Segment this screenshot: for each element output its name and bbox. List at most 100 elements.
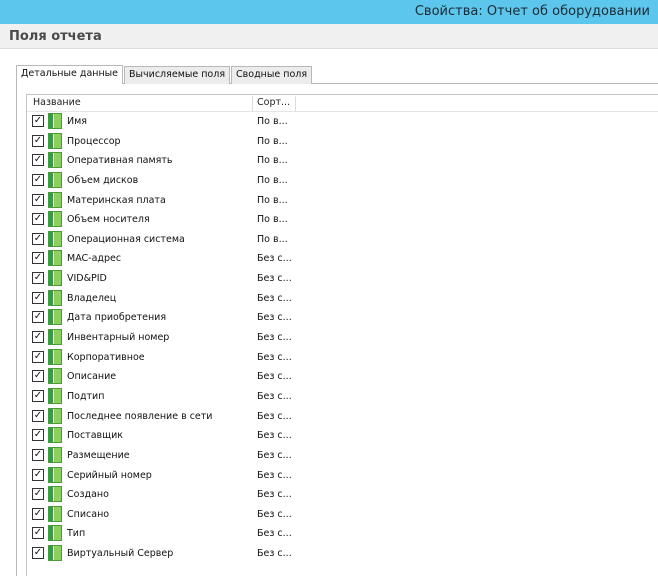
checkbox[interactable]: ✓ [32, 350, 44, 363]
list-item[interactable]: ✓ Имя По в... [27, 112, 658, 132]
checkbox[interactable]: ✓ [32, 173, 44, 186]
list-item[interactable]: ✓ Объем дисков По в... [27, 171, 658, 191]
field-sort[interactable]: Без с... [257, 371, 292, 382]
field-sort[interactable]: Без с... [257, 312, 292, 323]
field-sort[interactable]: Без с... [257, 470, 292, 481]
list-item[interactable]: ✓ Серийный номер Без с... [27, 466, 658, 486]
field-column-icon [48, 407, 62, 424]
field-name: Имя [67, 116, 87, 127]
field-sort[interactable]: По в... [257, 155, 288, 166]
field-sort[interactable]: Без с... [257, 332, 292, 343]
column-divider[interactable] [252, 96, 253, 111]
checkbox[interactable]: ✓ [32, 370, 44, 383]
field-name: Тип [67, 528, 86, 540]
list-item[interactable]: ✓ Тип Без с... [27, 524, 658, 544]
field-name: Описание [67, 371, 117, 383]
field-sort[interactable]: Без с... [257, 391, 292, 402]
field-name: MAC-адрес [67, 253, 122, 265]
list-item[interactable]: ✓ Создано Без с... [27, 485, 658, 505]
checkbox[interactable]: ✓ [32, 547, 44, 560]
field-column-icon [48, 329, 62, 346]
list-item[interactable]: ✓ Материнская плата По в... [27, 191, 658, 211]
field-sort[interactable]: По в... [257, 234, 288, 245]
field-sort[interactable]: Без с... [257, 509, 292, 520]
field-name: Владелец [67, 292, 117, 304]
field-sort[interactable]: Без с... [257, 489, 292, 500]
checkbox[interactable]: ✓ [32, 448, 44, 461]
list-item[interactable]: ✓ Объем носителя По в... [27, 210, 658, 230]
checkbox[interactable]: ✓ [32, 291, 44, 304]
field-column-icon [48, 270, 62, 287]
checkbox[interactable]: ✓ [32, 115, 44, 127]
checkbox[interactable]: ✓ [32, 311, 44, 324]
list-item[interactable]: ✓ Владелец Без с... [27, 289, 658, 309]
checkbox[interactable]: ✓ [32, 468, 44, 481]
field-column-icon [48, 113, 62, 129]
list-item[interactable]: ✓ Поставщик Без с... [27, 426, 658, 446]
tab-summary-fields[interactable]: Сводные поля [231, 66, 313, 84]
field-sort[interactable]: По в... [257, 116, 288, 127]
tab-detail-data[interactable]: Детальные данные [16, 65, 124, 84]
title-bar: Свойства: Отчет об оборудовании [0, 0, 658, 24]
field-sort[interactable]: Без с... [257, 293, 292, 304]
list-item[interactable]: ✓ Виртуальный Сервер Без с... [27, 544, 658, 564]
column-header-sort[interactable]: Сорт... [257, 97, 290, 108]
tab-calculated-fields[interactable]: Вычисляемые поля [124, 66, 231, 84]
checkbox[interactable]: ✓ [32, 409, 44, 422]
column-header-name[interactable]: Название [33, 97, 81, 108]
column-divider[interactable] [295, 96, 296, 111]
list-item[interactable]: ✓ Процессор По в... [27, 132, 658, 152]
checkbox[interactable]: ✓ [32, 252, 44, 265]
list-item[interactable]: ✓ Оперативная память По в... [27, 151, 658, 171]
field-name: Виртуальный Сервер [67, 548, 174, 560]
list-item[interactable]: ✓ Последнее появление в сети Без с... [27, 407, 658, 427]
checkbox[interactable]: ✓ [32, 527, 44, 540]
list-item[interactable]: ✓ Размещение Без с... [27, 446, 658, 466]
list-item[interactable]: ✓ Подтип Без с... [27, 387, 658, 407]
checkbox[interactable]: ✓ [32, 488, 44, 501]
field-sort[interactable]: Без с... [257, 450, 292, 461]
field-name: Дата приобретения [67, 312, 167, 324]
field-name: Объем дисков [67, 174, 139, 186]
field-column-icon [48, 211, 62, 228]
window-title: Свойства: Отчет об оборудовании [414, 4, 650, 19]
field-sort[interactable]: Без с... [257, 411, 292, 422]
checkbox[interactable]: ✓ [32, 389, 44, 402]
checkbox[interactable]: ✓ [32, 213, 44, 226]
field-name: Серийный номер [67, 469, 152, 481]
checkbox[interactable]: ✓ [32, 429, 44, 442]
list-item[interactable]: ✓ MAC-адрес Без с... [27, 249, 658, 269]
field-column-icon [48, 466, 62, 483]
field-sort[interactable]: По в... [257, 136, 288, 147]
list-item[interactable]: ✓ Операционная система По в... [27, 230, 658, 250]
field-name: Создано [67, 489, 109, 501]
field-name: Списано [67, 508, 110, 520]
field-sort[interactable]: Без с... [257, 548, 292, 559]
field-column-icon [48, 348, 62, 365]
field-sort[interactable]: Без с... [257, 528, 292, 539]
list-item[interactable]: ✓ Списано Без с... [27, 505, 658, 525]
field-sort[interactable]: По в... [257, 214, 288, 225]
checkbox[interactable]: ✓ [32, 331, 44, 344]
field-sort[interactable]: Без с... [257, 253, 292, 264]
checkbox[interactable]: ✓ [32, 154, 44, 167]
checkbox[interactable]: ✓ [32, 507, 44, 520]
field-sort[interactable]: Без с... [257, 352, 292, 363]
field-column-icon [48, 191, 62, 208]
list-item[interactable]: ✓ Инвентарный номер Без с... [27, 328, 658, 348]
field-sort[interactable]: Без с... [257, 430, 292, 441]
checkbox[interactable]: ✓ [32, 272, 44, 285]
list-item[interactable]: ✓ VID&PID Без с... [27, 269, 658, 289]
field-sort[interactable]: По в... [257, 195, 288, 206]
field-sort[interactable]: По в... [257, 175, 288, 186]
list-item[interactable]: ✓ Описание Без с... [27, 367, 658, 387]
field-sort[interactable]: Без с... [257, 273, 292, 284]
checkbox[interactable]: ✓ [32, 193, 44, 206]
list-item[interactable]: ✓ Корпоративное Без с... [27, 348, 658, 368]
section-title: Поля отчета [9, 29, 102, 44]
checkbox[interactable]: ✓ [32, 134, 44, 147]
field-column-icon [48, 387, 62, 404]
field-column-icon [48, 230, 62, 247]
checkbox[interactable]: ✓ [32, 232, 44, 245]
list-item[interactable]: ✓ Дата приобретения Без с... [27, 308, 658, 328]
